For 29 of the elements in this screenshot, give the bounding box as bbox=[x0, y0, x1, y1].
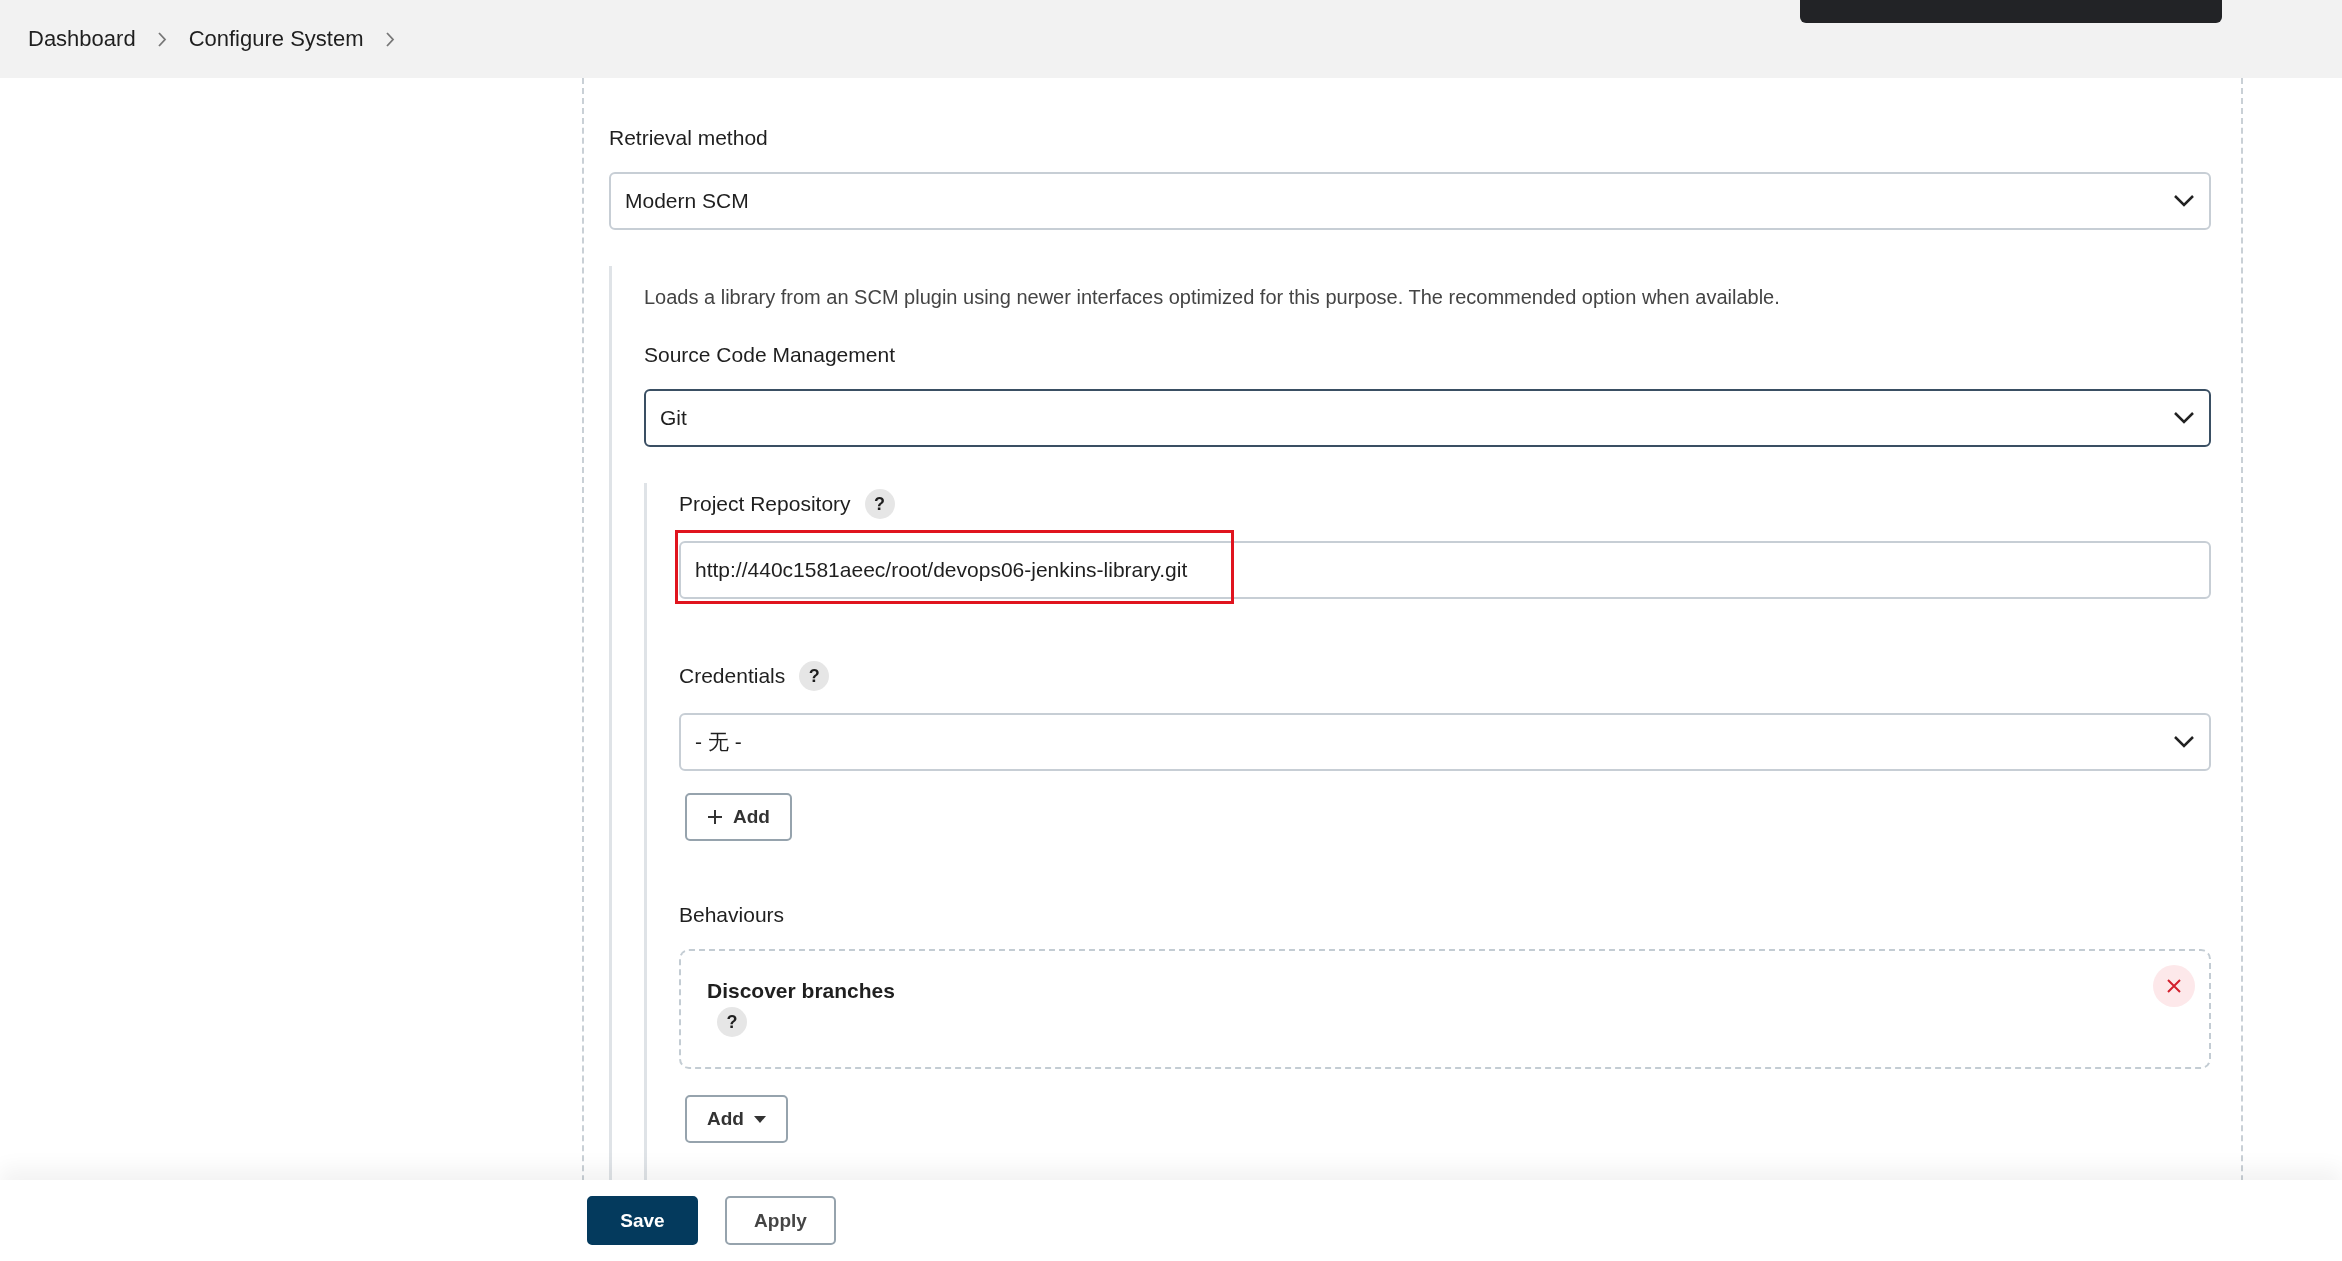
apply-button[interactable]: Apply bbox=[725, 1196, 836, 1245]
chevron-down-icon bbox=[2173, 411, 2195, 425]
breadcrumb-link[interactable]: Configure System bbox=[188, 26, 364, 52]
add-dropdown-button[interactable]: Add bbox=[685, 1095, 788, 1143]
retrieval-select[interactable]: Modern SCM bbox=[609, 172, 2211, 230]
chevron-down-icon bbox=[2173, 735, 2195, 749]
close-button[interactable] bbox=[2153, 965, 2195, 1007]
add-button[interactable]: Add bbox=[685, 793, 792, 841]
caret-icon bbox=[753, 1115, 766, 1123]
field-label: Credentials bbox=[679, 664, 786, 688]
field-label: Project Repository bbox=[679, 492, 851, 516]
chevron-down-icon bbox=[2173, 194, 2195, 208]
scm-select[interactable]: Git bbox=[644, 389, 2211, 447]
chevron-right-icon bbox=[157, 31, 167, 47]
close-icon bbox=[2167, 979, 2181, 993]
help-icon[interactable]: ? bbox=[799, 661, 830, 691]
field-label: Behaviours bbox=[679, 903, 785, 927]
breadcrumb-link[interactable]: Dashboard bbox=[28, 26, 136, 52]
repository-input[interactable]: http://440c1581aeec/root/devops06-jenkins-library.git bbox=[679, 541, 2211, 599]
chevron-right-icon bbox=[385, 31, 395, 47]
help-icon[interactable]: ? bbox=[864, 489, 895, 519]
help-icon[interactable]: ? bbox=[717, 1007, 747, 1037]
behaviour-title: Discover branches bbox=[707, 979, 895, 1003]
save-button[interactable]: Save bbox=[587, 1196, 698, 1245]
field-label: Source Code Management bbox=[644, 343, 895, 367]
plus-icon bbox=[707, 809, 723, 825]
description-text: Loads a library from an SCM plugin using newer interfaces optimized for this purpose. The recommended option when available. bbox=[644, 286, 1781, 309]
field-label: Retrieval method bbox=[609, 126, 768, 150]
credentials-select[interactable]: - 无 - bbox=[679, 713, 2211, 771]
